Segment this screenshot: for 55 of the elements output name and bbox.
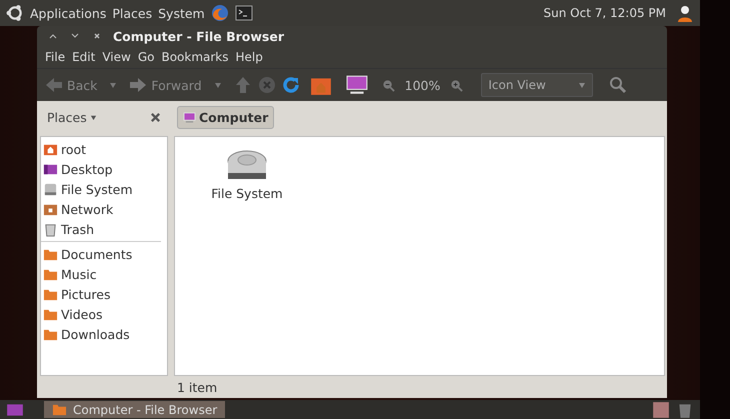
sidebar-item[interactable]: Videos [41,304,167,324]
zoom-out-icon[interactable] [382,78,395,92]
caret-down-icon [71,32,79,40]
close-icon [93,32,101,40]
ubuntu-logo-icon [6,4,24,22]
terminal-icon[interactable] [234,4,253,22]
places-dropdown[interactable]: Places [47,110,97,125]
clock[interactable]: Sun Oct 7, 12:05 PM [544,6,666,20]
drive-icon [43,182,58,196]
dropdown-arrow-icon[interactable] [214,81,222,89]
status-text: 1 item [177,380,218,394]
menu-item[interactable]: Go [138,50,154,64]
up-arrow-icon[interactable] [234,76,252,94]
taskbar-button[interactable]: Computer - File Browser [44,401,226,418]
computer-icon[interactable] [346,74,368,96]
sidebar-item[interactable]: Documents [41,244,167,264]
sidebar-item[interactable]: Network [41,199,167,219]
reload-icon[interactable] [282,76,300,94]
caret-down-icon [578,81,586,89]
window-title: Computer - File Browser [113,28,284,44]
search-icon[interactable] [609,76,628,94]
panel-menu[interactable]: Places [112,6,152,20]
close-icon[interactable] [150,112,161,123]
sidebar-item[interactable]: Downloads [41,324,167,344]
sidebar-item[interactable]: Music [41,264,167,284]
caret-up-icon [49,32,57,40]
panel-menu[interactable]: System [158,6,205,20]
menu-item[interactable]: Edit [72,50,96,64]
sidebar-item[interactable]: root [41,139,167,159]
browser-icon[interactable] [210,4,229,22]
zoom-level: 100% [404,78,440,92]
menu-item[interactable]: Bookmarks [161,50,229,64]
sidebar-item[interactable]: Trash [41,219,167,239]
zoom-in-icon[interactable] [450,78,464,92]
menu-item[interactable]: Help [236,50,263,64]
sidebar-item[interactable]: Pictures [41,284,167,304]
path-button[interactable]: Computer [177,106,274,129]
user-icon[interactable] [676,4,694,22]
trash-icon [43,222,58,236]
file-item[interactable]: File System [211,149,283,201]
folder-icon [52,402,67,417]
sidebar-item[interactable]: File System [41,179,167,199]
sidebar-item[interactable]: Desktop [41,159,167,179]
dropdown-arrow-icon[interactable] [109,81,118,89]
computer-icon [183,112,196,123]
back-arrow-icon [45,76,63,94]
view-dropdown[interactable]: Icon View [481,73,594,97]
menu-item[interactable]: View [102,50,131,64]
file-label: File System [211,186,283,201]
stop-icon[interactable] [258,76,276,94]
workspace-icon[interactable] [652,400,670,418]
menu-item[interactable]: File [45,50,66,64]
panel-menu[interactable]: Applications [30,6,106,20]
caret-down-icon [90,114,97,121]
forward-arrow-icon [129,76,148,94]
